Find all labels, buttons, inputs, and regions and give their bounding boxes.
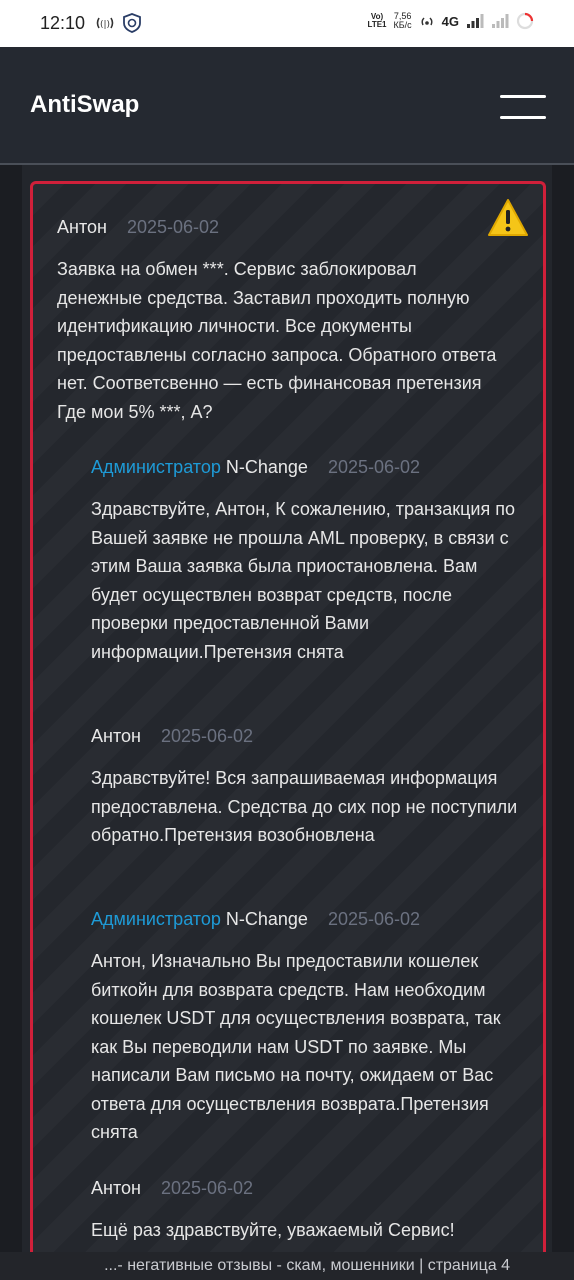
comment-client-reply: Антон 2025-06-02 Здравствуйте! Вся запраш… [91,726,521,850]
hamburger-menu-icon[interactable] [500,95,546,119]
admin-role-label: Администратор [91,457,221,477]
volte-bottom: LTE1 [367,20,387,29]
comment-author: Антон [57,217,107,237]
hotspot-icon: (|) [96,17,114,30]
comment-header: Антон 2025-06-02 [91,1178,521,1202]
comment-date: 2025-06-02 [126,217,220,237]
comment-author: N-Change [225,909,308,929]
comment-text: Заявка на обмен ***. Сервис заблокировал… [57,259,497,422]
comment-header: Администратор N-Change 2025-06-02 [91,909,531,933]
svg-text:(|): (|) [100,20,110,30]
shield-app-icon [123,13,141,33]
comment-author: N-Change [225,457,308,477]
admin-role-label: Администратор [91,909,221,929]
comment-author: Антон [91,1178,141,1198]
comment-text: Ещё раз здравствуйте, уважаемый Сервис! [91,1220,455,1240]
site-header: AntiSwap [0,47,574,165]
page-title: ...- негативные отзывы - скам, мошенники… [104,1257,510,1274]
menu-bar [500,95,546,98]
cell-signal-weak-icon [492,14,509,28]
page-title-banner: ...- негативные отзывы - скам, мошенники… [0,1252,574,1280]
comment-client-reply: Антон 2025-06-02 Ещё раз здравствуйте, ув… [91,1178,521,1245]
site-logo[interactable]: AntiSwap [30,91,139,119]
speed-unit: КБ/с [393,20,412,30]
cell-signal-icon [467,14,484,28]
comment-header: Антон 2025-06-02 [57,217,497,241]
comment-date: 2025-06-02 [160,726,254,746]
comment-admin-reply: Администратор N-Change 2025-06-02 Здравст… [91,457,521,666]
comment-admin-reply: Администратор N-Change 2025-06-02 Антон, … [91,909,531,1147]
comment-header: Антон 2025-06-02 [91,726,521,750]
status-left-icons: (|) [95,12,143,34]
volte-indicator: Vo) LTE1 [368,13,387,29]
menu-bar [500,116,546,119]
comment-text: Антон, Изначально Вы предоставили кошеле… [91,951,501,1142]
status-right-icons: Vo) LTE1 7,56 КБ/с 4G [368,12,534,30]
network-speed: 7,56 КБ/с [394,12,412,30]
comment-text: Здравствуйте, Антон, К сожалению, транза… [91,499,515,662]
status-bar: 12:10 (|) Vo) LTE1 7,56 КБ/с 4G [0,0,574,47]
comment-author: Антон [91,726,141,746]
review-card: Антон 2025-06-02 Заявка на обмен ***. Сер… [30,181,546,1274]
network-type: 4G [441,13,459,29]
comment-date: 2025-06-02 [160,1178,254,1198]
hotspot-signal-icon [421,17,433,26]
comment-client: Антон 2025-06-02 Заявка на обмен ***. Сер… [57,217,497,426]
comment-date: 2025-06-02 [327,457,421,477]
battery-ring-icon [516,12,534,30]
comment-date: 2025-06-02 [327,909,421,929]
comment-header: Администратор N-Change 2025-06-02 [91,457,521,481]
status-time: 12:10 [40,13,86,33]
comment-text: Здравствуйте! Вся запрашиваемая информац… [91,768,518,845]
